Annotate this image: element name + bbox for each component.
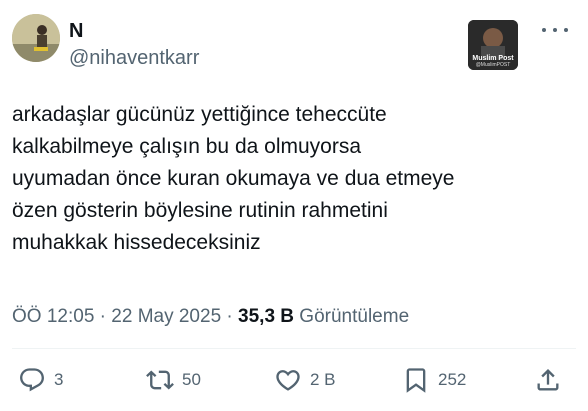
action-bar: 3 50 2 B 252 xyxy=(12,366,576,402)
reply-icon xyxy=(20,368,44,392)
avatar[interactable] xyxy=(12,14,60,62)
affiliate-badge[interactable]: Muslim Post @MuslimPOST xyxy=(468,20,518,70)
bookmark-button[interactable]: 252 xyxy=(402,366,466,394)
tweet-meta: ÖÖ 12:05 · 22 May 2025 · 35,3 B Görüntül… xyxy=(12,306,409,328)
tweet-line: kalkabilmeye çalışın bu da olmuyorsa xyxy=(12,135,362,158)
meta-separator: · xyxy=(226,306,233,327)
tweet-text: arkadaşlar gücünüz yettiğince teheccüte … xyxy=(12,99,572,259)
bookmark-icon xyxy=(406,368,426,393)
more-icon[interactable] xyxy=(542,24,568,36)
share-icon xyxy=(537,369,559,391)
tweet-line: özen gösterin böylesine rutinin rahmetin… xyxy=(12,199,388,222)
like-button[interactable]: 2 B xyxy=(274,366,336,394)
tweet-line: muhakkak hissedeceksiniz xyxy=(12,231,261,254)
bookmark-count: 252 xyxy=(438,370,467,389)
reply-button[interactable]: 3 xyxy=(18,366,63,394)
display-name[interactable]: N xyxy=(69,20,199,42)
repost-count: 50 xyxy=(182,370,201,389)
badge-sublabel: @MuslimPOST xyxy=(475,62,511,68)
like-count: 2 B xyxy=(310,370,336,389)
user-handle[interactable]: @nihaventkarr xyxy=(69,47,199,69)
meta-separator: · xyxy=(99,306,106,327)
tweet-header: N @nihaventkarr Muslim Post @MuslimPOST xyxy=(12,12,576,72)
tweet-date[interactable]: 22 May 2025 xyxy=(111,306,221,327)
tweet-line: uyumadan önce kuran okumaya ve dua etmey… xyxy=(12,167,455,190)
share-button[interactable] xyxy=(534,366,562,394)
tweet-time[interactable]: ÖÖ 12:05 xyxy=(12,306,94,327)
like-icon xyxy=(276,370,300,391)
reply-count: 3 xyxy=(54,370,64,389)
views-count: 35,3 B xyxy=(238,306,295,327)
views-label: Görüntüleme xyxy=(299,306,410,327)
repost-icon xyxy=(146,370,174,390)
repost-button[interactable]: 50 xyxy=(146,366,201,394)
divider xyxy=(12,348,576,349)
badge-label: Muslim Post xyxy=(472,55,514,62)
tweet-line: arkadaşlar gücünüz yettiğince teheccüte xyxy=(12,103,387,126)
